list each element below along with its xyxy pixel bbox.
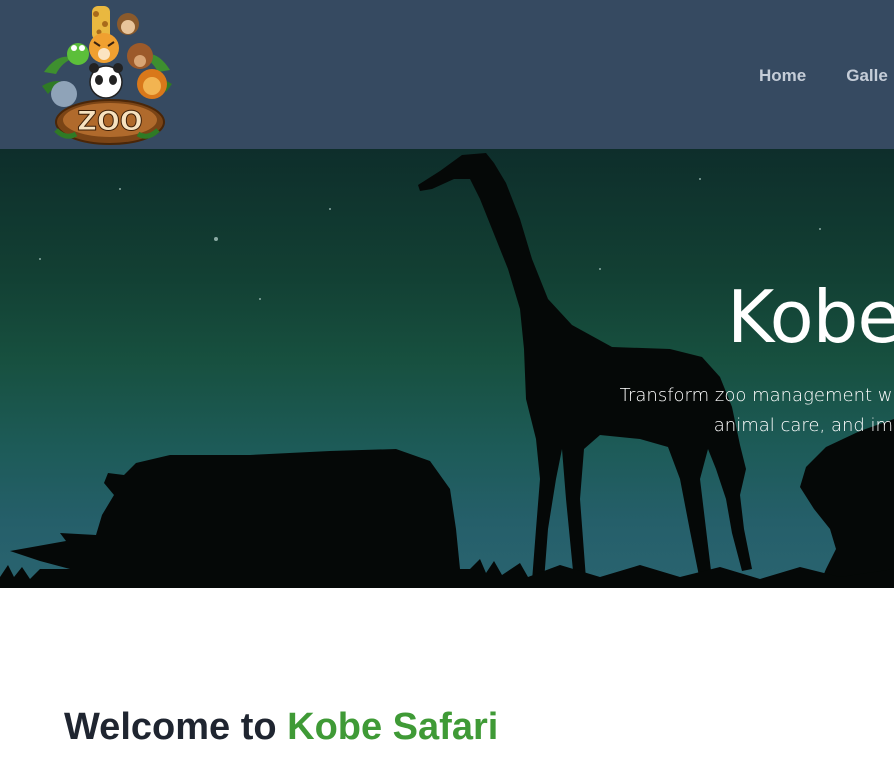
logo-text: ZOO	[77, 106, 142, 137]
hero-title: Kobe	[727, 275, 894, 359]
hero-banner: Kobe Transform zoo management with Kobe …	[0, 149, 894, 588]
welcome-heading: Welcome to Kobe Safari	[64, 706, 498, 749]
nav-item-home[interactable]: Home	[759, 66, 806, 86]
main-nav: Home Galle	[759, 66, 888, 86]
welcome-prefix: Welcome to	[64, 706, 288, 748]
zoo-animals-logo-icon: ZOO	[42, 6, 172, 145]
nav-item-gallery[interactable]: Galle	[846, 66, 888, 86]
safari-silhouettes-image	[0, 153, 894, 588]
zoo-logo[interactable]: ZOO	[34, 2, 180, 148]
site-header: ZOO Home Galle	[0, 0, 894, 149]
hero-subtitle-line-1: Transform zoo management with Kobe Safar…	[619, 385, 894, 406]
hero-subtitle-line-2: animal care, and improve	[713, 415, 894, 436]
hero-subtitle: Transform zoo management with Kobe Safar…	[504, 381, 894, 441]
welcome-brand: Kobe Safari	[287, 706, 499, 748]
